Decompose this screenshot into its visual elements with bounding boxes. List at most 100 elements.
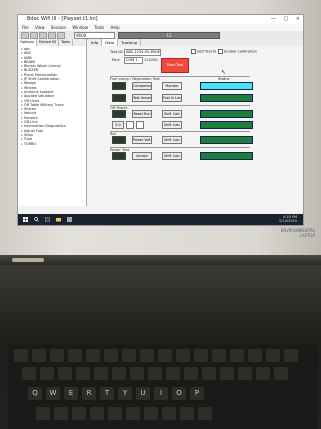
key — [76, 367, 90, 380]
key — [220, 367, 234, 380]
app-icon[interactable] — [67, 217, 72, 222]
port-label: Port: — [112, 58, 121, 62]
menu-file[interactable]: File — [22, 25, 29, 30]
shift-calc-button[interactable]: Shift Calc — [162, 152, 182, 160]
windows-taskbar: 4:18 PM 5/14/2019 — [18, 214, 303, 225]
brand-line-2: LAPTOP — [299, 233, 315, 238]
menu-window[interactable]: Window — [72, 25, 88, 30]
key — [212, 349, 226, 362]
indicator-swatch — [112, 82, 126, 90]
tree-item[interactable]: TURBO — [21, 142, 86, 146]
sidebar-tabs: Options Device ID Tools — [18, 39, 86, 46]
key — [158, 349, 172, 362]
laptop-hinge — [0, 255, 321, 265]
key — [68, 349, 82, 362]
toolbar-save-icon[interactable] — [30, 32, 38, 39]
baud-field[interactable]: 9600 — [74, 32, 115, 39]
menu-help[interactable]: Help — [111, 25, 120, 30]
key — [256, 367, 270, 380]
status-bar-cyan — [200, 82, 253, 90]
key — [72, 407, 86, 420]
toolbar-disconnect-icon[interactable] — [48, 32, 56, 39]
toolbar-open-icon[interactable] — [21, 32, 29, 39]
key — [126, 407, 140, 420]
key-t: T — [100, 387, 114, 400]
tab-info[interactable]: Info — [88, 39, 103, 46]
shift-calc-button[interactable]: Shift Calc — [162, 121, 182, 129]
key — [144, 407, 158, 420]
text-id-label: Text ID: — [110, 50, 124, 54]
shift-calc-button[interactable]: Shift Calc — [162, 110, 182, 118]
menu-bar: File View Session Window Tools Help — [18, 24, 303, 31]
laptop-latch — [12, 258, 44, 262]
key — [54, 407, 68, 420]
group-fuel-pump-title: Fuel pump / Regulation Test — [110, 77, 160, 81]
key — [36, 407, 50, 420]
sidebar-tab-device-id[interactable]: Device ID — [37, 39, 60, 46]
clock-date: 5/14/2019 — [279, 218, 297, 223]
key — [32, 349, 46, 362]
key — [122, 349, 136, 362]
indicator-swatch — [112, 110, 126, 118]
accept-button[interactable]: Accept — [132, 152, 152, 160]
self-test-checkbox[interactable]: Self Test III — [191, 49, 216, 54]
reset-run-button[interactable]: Reset Run — [132, 110, 152, 118]
photo: Bdac Wifi III - [Playset.t1.ini] — □ × F… — [0, 0, 321, 429]
key — [108, 407, 122, 420]
sidebar-tab-options[interactable]: Options — [18, 39, 37, 46]
key — [274, 367, 288, 380]
key-e: E — [64, 387, 78, 400]
window-title: Bdac Wifi III - [Playset.t1.ini] — [27, 16, 98, 22]
key — [184, 367, 198, 380]
key — [202, 367, 216, 380]
key — [148, 367, 162, 380]
key — [284, 349, 298, 362]
key-r: R — [82, 387, 96, 400]
key-y: Y — [118, 387, 132, 400]
toolbar-connect-icon[interactable] — [39, 32, 47, 39]
key — [130, 367, 144, 380]
key — [140, 349, 154, 362]
menu-session[interactable]: Session — [51, 25, 66, 30]
option-box[interactable] — [136, 121, 144, 129]
key — [248, 349, 262, 362]
option-box[interactable] — [126, 121, 134, 129]
sidebar: OptionsDevice IDTools abc ABS AMB BRAKE … — [18, 39, 87, 206]
window-controls[interactable]: — □ × — [271, 15, 303, 24]
key — [94, 367, 108, 380]
window-titlebar: Bdac Wifi III - [Playset.t1.ini] — □ × — [18, 15, 303, 24]
comparison-button[interactable]: Comparison — [132, 82, 152, 90]
key — [198, 407, 212, 420]
menu-view[interactable]: View — [35, 25, 45, 30]
shift-calc-button[interactable]: Shift Calc — [162, 136, 182, 144]
status-bar-green — [200, 136, 253, 144]
text-id-field[interactable]: ABC-1234 SO-PAGE 0 — [124, 49, 161, 56]
main-tabs: Info Data Tracking — [88, 39, 303, 46]
toolbar-settings-icon[interactable] — [57, 32, 65, 39]
key — [50, 349, 64, 362]
menu-tools[interactable]: Tools — [94, 25, 104, 30]
test-values-button[interactable]: Test Values — [132, 94, 152, 102]
key-q: Q — [28, 387, 42, 400]
fuel-level-button[interactable]: Fuel In Level — [162, 94, 182, 102]
laptop-screen: Bdac Wifi III - [Playset.t1.ini] — □ × F… — [17, 14, 304, 226]
key-p: P — [190, 387, 204, 400]
indicator-swatch — [112, 152, 126, 160]
start-test-button[interactable]: Start Test — [161, 58, 189, 73]
search-icon[interactable] — [34, 217, 39, 222]
key — [40, 367, 54, 380]
task-view-icon[interactable] — [45, 217, 50, 222]
laptop-brand-label: ENVIRONMENTAL LAPTOP — [281, 228, 315, 238]
enable-calibration-checkbox[interactable]: Enable Calibration — [218, 49, 257, 54]
key-w: W — [46, 387, 60, 400]
windows-start-icon[interactable] — [23, 217, 28, 222]
key — [90, 407, 104, 420]
sidebar-tab-tools[interactable]: Tools — [59, 39, 73, 46]
port-field[interactable]: COM 1 — [124, 57, 143, 64]
monitor-button[interactable]: Monitor — [162, 82, 182, 90]
power-voltage-button[interactable]: Power Voltage — [132, 136, 152, 144]
folder-icon[interactable] — [56, 217, 61, 222]
value-field[interactable]: 0.0 — [112, 121, 124, 129]
tab-tracking[interactable]: Tracking — [118, 39, 142, 46]
tab-data[interactable]: Data — [102, 39, 119, 46]
